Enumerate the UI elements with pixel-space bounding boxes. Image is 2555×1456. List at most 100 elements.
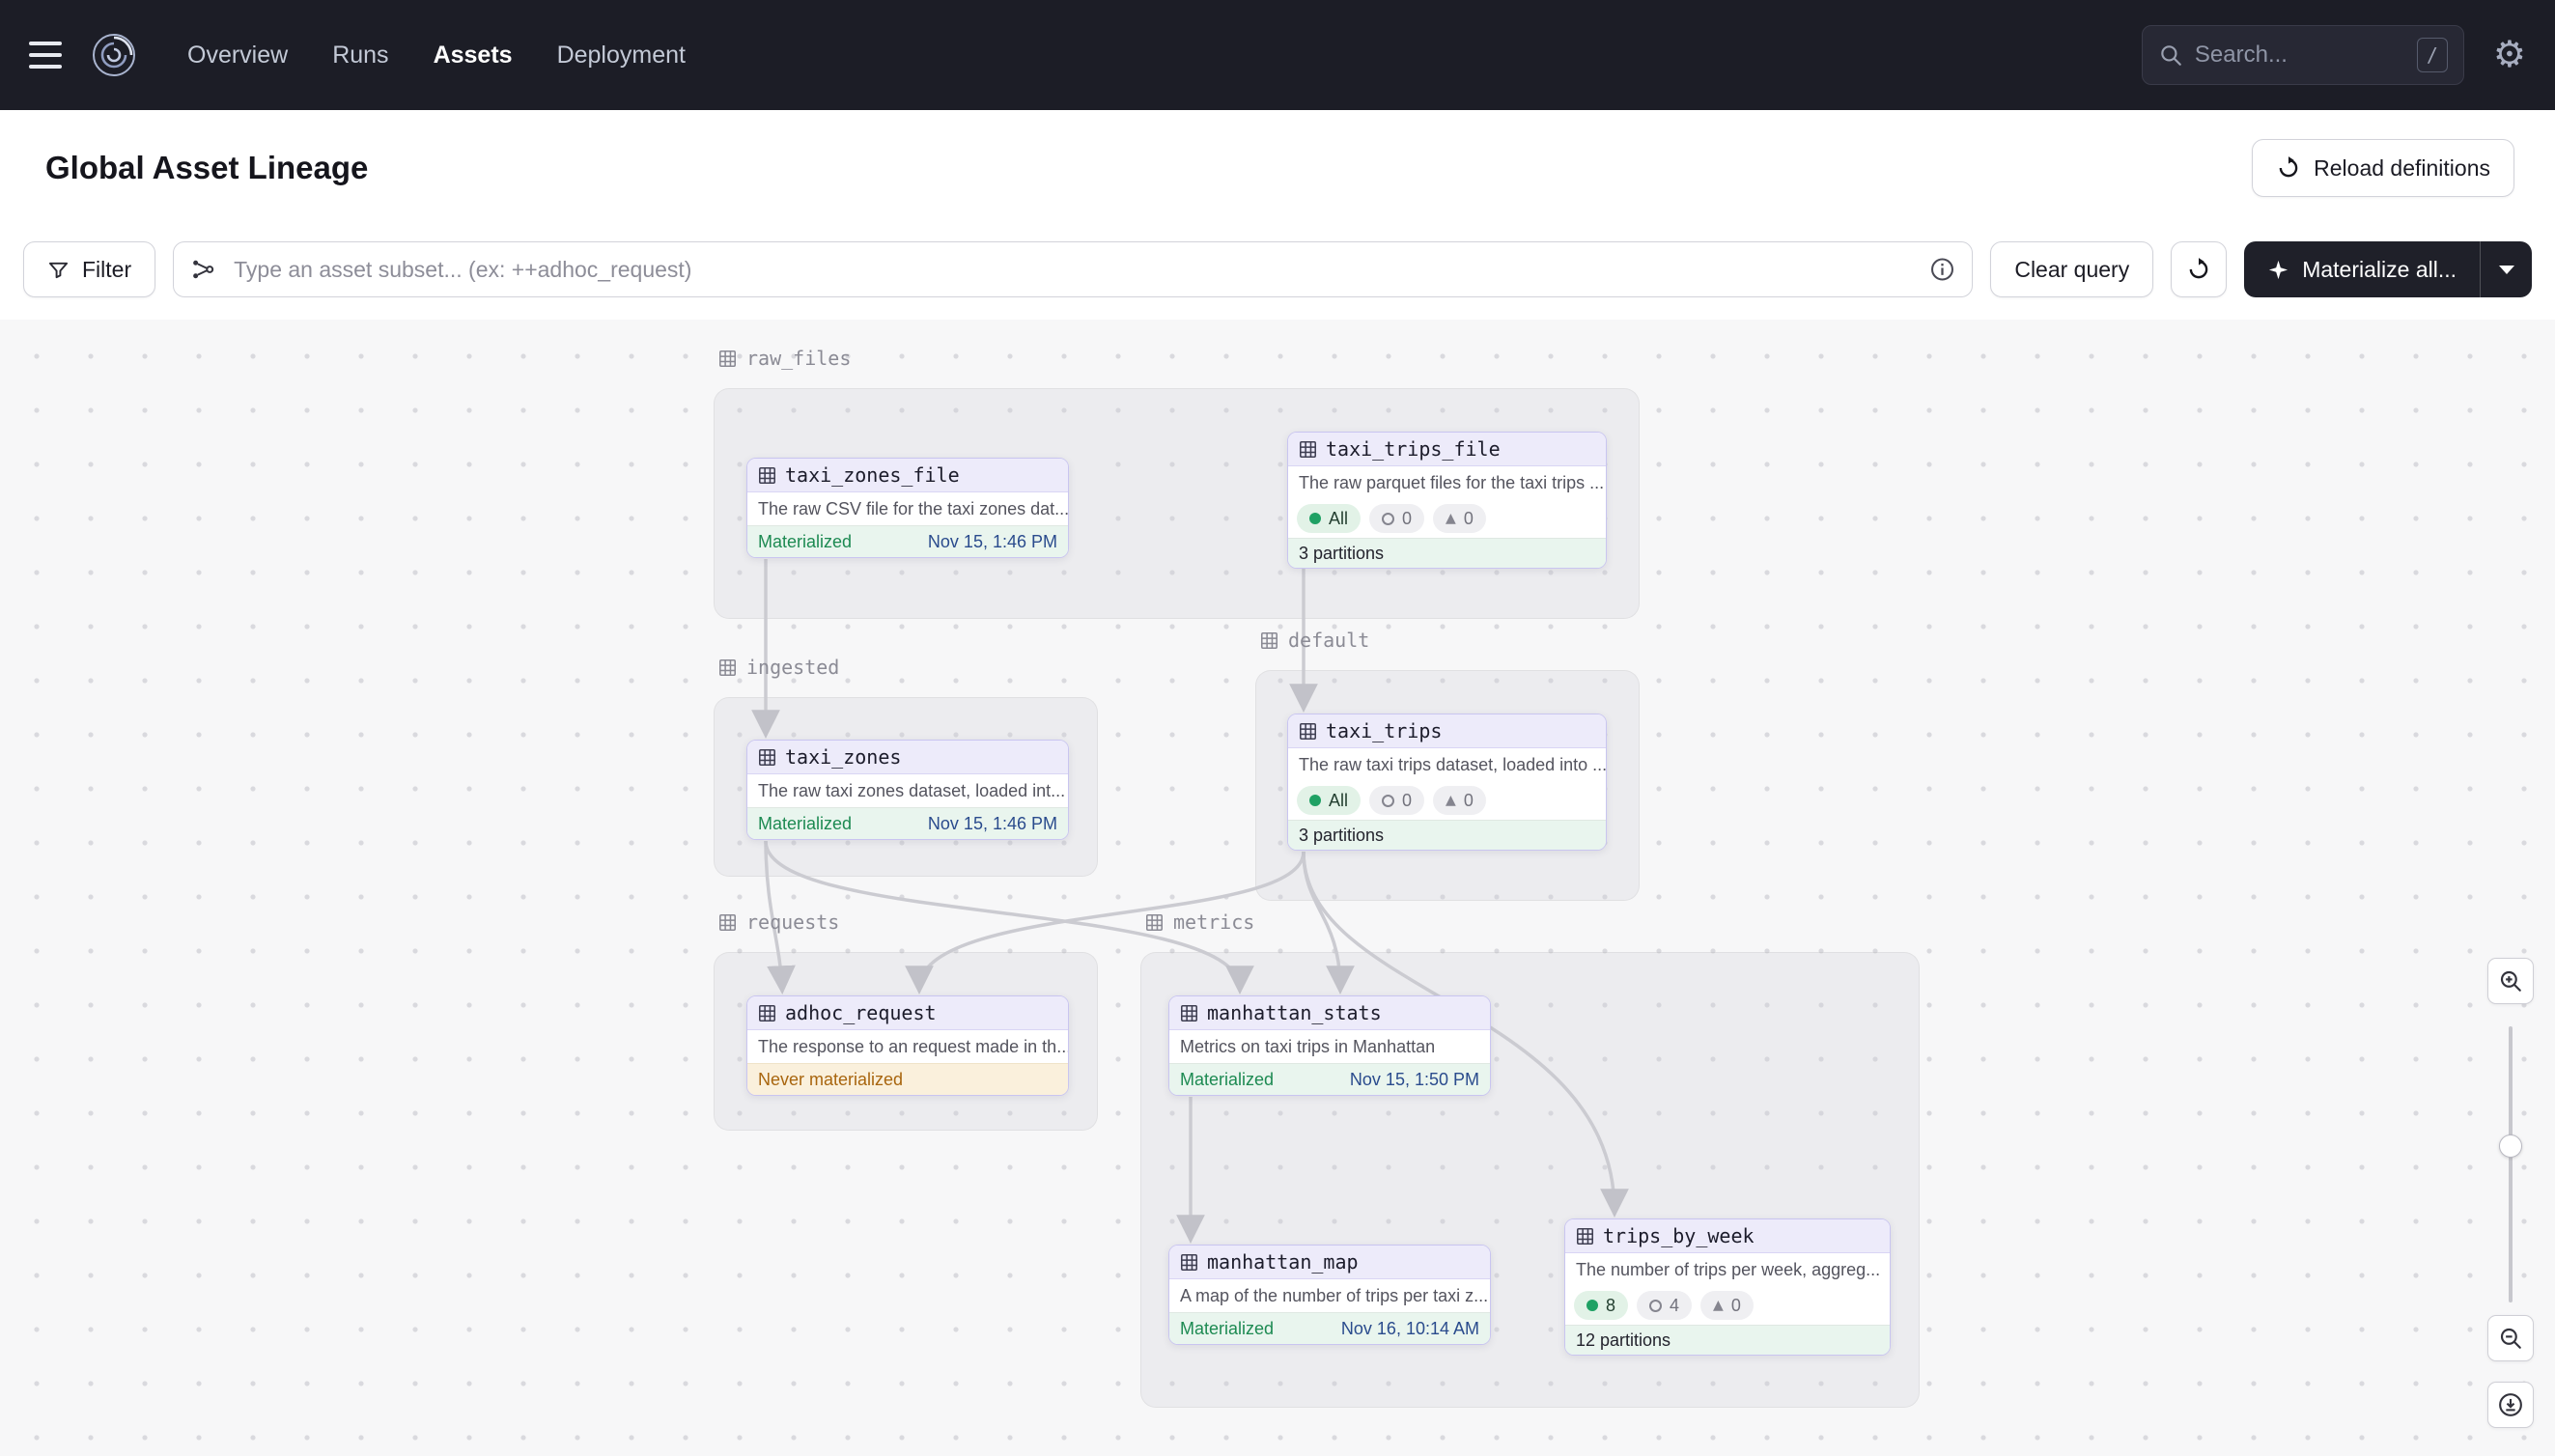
missing-triangle-icon: ▲: [1713, 1299, 1724, 1312]
asset-table-icon: [1180, 1004, 1198, 1022]
partitions-count: 3 partitions: [1288, 820, 1606, 850]
zoom-out-button[interactable]: [2487, 1315, 2534, 1361]
asset-node-taxi-zones[interactable]: taxi_zones The raw taxi zones dataset, l…: [746, 740, 1069, 840]
download-icon: [2497, 1391, 2524, 1418]
asset-node-taxi-trips-file[interactable]: taxi_trips_file The raw parquet files fo…: [1287, 432, 1607, 569]
materialize-all-button[interactable]: Materialize all...: [2244, 241, 2480, 297]
asset-table-icon: [758, 1004, 776, 1022]
refresh-icon: [2186, 257, 2211, 282]
missing-triangle-icon: ▲: [1446, 794, 1456, 807]
search-input[interactable]: [2195, 42, 2405, 69]
search-shortcut-key: /: [2417, 38, 2448, 72]
filter-button[interactable]: Filter: [23, 241, 155, 297]
materialize-dropdown-caret[interactable]: [2480, 241, 2532, 297]
group-grid-icon: [1260, 631, 1278, 650]
status-badge: Never materialized: [758, 1070, 903, 1090]
group-label-default[interactable]: default: [1260, 629, 1369, 652]
nav-deployment[interactable]: Deployment: [557, 42, 686, 70]
download-view-button[interactable]: [2487, 1382, 2534, 1428]
menu-icon[interactable]: [29, 42, 62, 69]
chevron-down-icon: [2499, 266, 2514, 274]
materialization-timestamp[interactable]: Nov 15, 1:46 PM: [928, 814, 1057, 834]
asset-name: taxi_trips_file: [1326, 437, 1501, 461]
group-name: default: [1288, 629, 1369, 652]
asset-subset-input[interactable]: [173, 241, 1973, 297]
materialization-timestamp[interactable]: Nov 16, 10:14 AM: [1341, 1319, 1479, 1339]
group-label-metrics[interactable]: metrics: [1145, 910, 1254, 934]
materialized-partitions-badge: All: [1297, 504, 1361, 533]
group-grid-icon: [718, 350, 737, 368]
nav-runs[interactable]: Runs: [332, 42, 388, 70]
reload-definitions-button[interactable]: Reload definitions: [2252, 139, 2514, 197]
info-icon[interactable]: [1929, 257, 1955, 283]
asset-node-manhattan-stats[interactable]: manhattan_stats Metrics on taxi trips in…: [1168, 995, 1491, 1096]
asset-node-trips-by-week[interactable]: trips_by_week The number of trips per we…: [1564, 1218, 1891, 1356]
asset-table-icon: [758, 748, 776, 767]
zoom-in-button[interactable]: [2487, 958, 2534, 1004]
top-navbar: Overview Runs Assets Deployment / ⚙: [0, 0, 2555, 110]
group-label-raw-files[interactable]: raw_files: [718, 347, 851, 370]
status-badge: Materialized: [758, 814, 852, 834]
asset-name: taxi_zones: [785, 745, 901, 769]
asset-table-icon: [1299, 440, 1317, 459]
materialization-timestamp[interactable]: Nov 15, 1:50 PM: [1350, 1070, 1479, 1090]
asset-node-adhoc-request[interactable]: adhoc_request The response to an request…: [746, 995, 1069, 1096]
failed-partitions-badge: 4: [1637, 1291, 1692, 1320]
asset-name: manhattan_map: [1207, 1250, 1359, 1274]
asset-description: The raw parquet files for the taxi trips…: [1288, 466, 1606, 499]
zoom-in-icon: [2498, 968, 2523, 994]
materialized-partitions-badge: 8: [1574, 1291, 1628, 1320]
asset-description: The raw taxi zones dataset, loaded int..…: [747, 774, 1068, 807]
group-label-requests[interactable]: requests: [718, 910, 839, 934]
asset-node-taxi-trips[interactable]: taxi_trips The raw taxi trips dataset, l…: [1287, 714, 1607, 851]
lineage-graph-icon: [190, 257, 216, 283]
asset-name: trips_by_week: [1603, 1224, 1755, 1247]
group-name: metrics: [1173, 910, 1254, 934]
group-label-ingested[interactable]: ingested: [718, 656, 839, 679]
dagster-logo[interactable]: [91, 32, 137, 78]
global-search[interactable]: /: [2142, 25, 2464, 85]
page-header: Global Asset Lineage Reload definitions: [0, 110, 2555, 226]
status-badge: Materialized: [1180, 1319, 1274, 1339]
status-badge: Materialized: [758, 532, 852, 552]
filter-label: Filter: [82, 257, 131, 283]
dagster-logo-icon: [91, 32, 137, 78]
asset-node-manhattan-map[interactable]: manhattan_map A map of the number of tri…: [1168, 1245, 1491, 1345]
missing-partitions-badge: ▲0: [1433, 786, 1486, 815]
clear-query-button[interactable]: Clear query: [1990, 241, 2153, 297]
partitions-count: 12 partitions: [1565, 1325, 1890, 1355]
asset-description: The raw CSV file for the taxi zones dat.…: [747, 492, 1068, 525]
search-icon: [2158, 42, 2183, 68]
group-grid-icon: [1145, 913, 1164, 932]
page-title: Global Asset Lineage: [45, 150, 368, 186]
failed-circle-icon: [1382, 795, 1394, 807]
failed-partitions-badge: 0: [1369, 786, 1424, 815]
asset-node-taxi-zones-file[interactable]: taxi_zones_file The raw CSV file for the…: [746, 458, 1069, 558]
asset-table-icon: [758, 466, 776, 485]
asset-name: manhattan_stats: [1207, 1001, 1382, 1024]
partitions-count: 3 partitions: [1288, 538, 1606, 568]
asset-table-icon: [1299, 722, 1317, 741]
clear-query-label: Clear query: [2014, 257, 2129, 283]
asset-query-field: [173, 241, 1973, 297]
group-name: ingested: [746, 656, 839, 679]
lineage-canvas[interactable]: raw_files ingested default requests metr…: [0, 320, 2555, 1456]
nav-assets[interactable]: Assets: [434, 42, 513, 70]
sparkle-icon: [2267, 259, 2289, 281]
reload-definitions-label: Reload definitions: [2314, 155, 2490, 182]
zoom-out-icon: [2498, 1326, 2523, 1351]
reload-icon: [2276, 155, 2301, 181]
materialize-split-button: Materialize all...: [2244, 241, 2532, 297]
materialization-timestamp[interactable]: Nov 15, 1:46 PM: [928, 532, 1057, 552]
asset-name: taxi_zones_file: [785, 463, 960, 487]
settings-gear-icon[interactable]: ⚙: [2493, 37, 2526, 73]
lineage-toolbar: Filter Clear query: [0, 241, 2555, 297]
zoom-slider-track[interactable]: [2509, 1026, 2513, 1302]
materialized-dot-icon: [1586, 1300, 1598, 1311]
zoom-slider-thumb[interactable]: [2499, 1134, 2522, 1158]
refresh-button[interactable]: [2171, 241, 2227, 297]
materialized-partitions-badge: All: [1297, 786, 1361, 815]
asset-table-icon: [1576, 1227, 1594, 1246]
missing-triangle-icon: ▲: [1446, 512, 1456, 525]
nav-overview[interactable]: Overview: [187, 42, 288, 70]
